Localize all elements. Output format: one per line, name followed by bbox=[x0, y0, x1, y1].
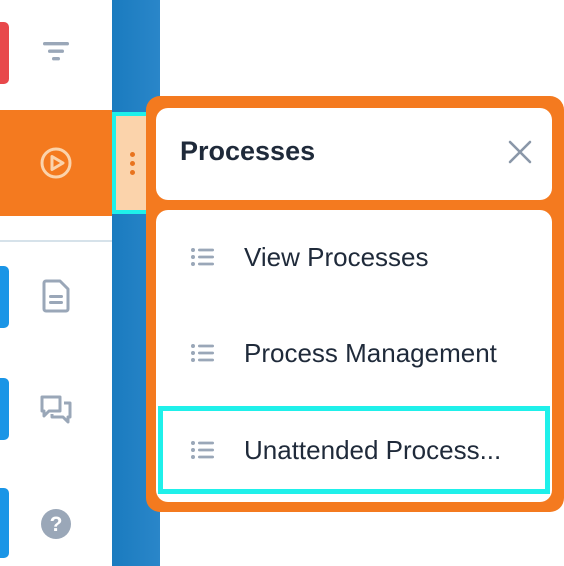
rail-item-filter[interactable] bbox=[0, 0, 112, 104]
rail-accent bbox=[0, 22, 9, 84]
popover-title: Processes bbox=[180, 136, 316, 166]
menu-item-process-management[interactable]: Process Management bbox=[168, 310, 544, 396]
rail-accent bbox=[0, 378, 9, 440]
close-button[interactable] bbox=[502, 134, 538, 170]
rail-item-chat[interactable] bbox=[0, 366, 112, 452]
popover-menu: View Processes Process Management Unatte… bbox=[156, 210, 552, 502]
rail-item-help[interactable]: ? bbox=[0, 478, 112, 566]
rail-divider bbox=[0, 240, 112, 242]
svg-text:?: ? bbox=[50, 513, 63, 536]
list-icon bbox=[188, 242, 218, 272]
popover-header: Processes bbox=[156, 108, 552, 200]
help-icon: ? bbox=[38, 506, 74, 542]
close-icon bbox=[508, 140, 532, 164]
list-icon bbox=[188, 435, 218, 465]
menu-item-label: View Processes bbox=[244, 241, 429, 272]
left-rail: ? bbox=[0, 0, 112, 566]
filter-icon bbox=[38, 34, 74, 70]
processes-popover: Processes View Processes Process Managem… bbox=[146, 96, 564, 512]
rail-item-documents[interactable] bbox=[0, 256, 112, 342]
rail-item-processes[interactable] bbox=[0, 110, 112, 216]
menu-item-view-processes[interactable]: View Processes bbox=[168, 214, 544, 300]
menu-item-label: Process Management bbox=[244, 337, 497, 368]
list-icon bbox=[188, 338, 218, 368]
menu-item-unattended-processes[interactable]: Unattended Process... bbox=[158, 406, 550, 494]
rail-accent bbox=[0, 488, 9, 558]
document-icon bbox=[38, 278, 74, 314]
chat-icon bbox=[38, 392, 74, 428]
rail-accent bbox=[0, 266, 9, 328]
kebab-icon bbox=[129, 151, 135, 175]
play-circle-icon bbox=[38, 145, 74, 181]
menu-item-label: Unattended Process... bbox=[244, 434, 502, 465]
